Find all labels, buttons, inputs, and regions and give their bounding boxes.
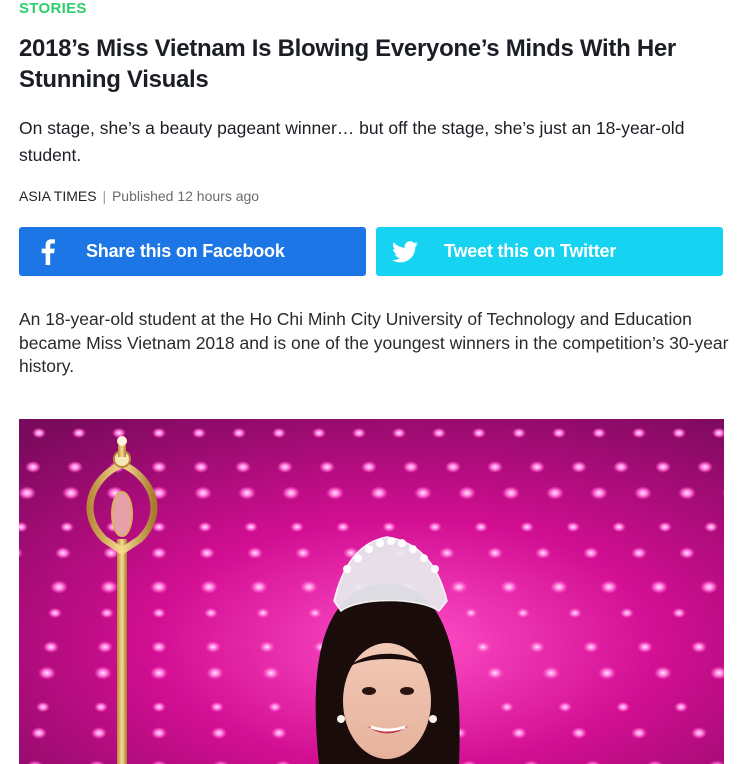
byline-separator: | [102,188,107,204]
share-twitter-button[interactable]: Tweet this on Twitter [376,227,723,276]
twitter-icon [376,227,434,276]
article-headline: 2018’s Miss Vietnam Is Blowing Everyone’… [19,35,676,93]
article-dek: On stage, she’s a beauty pageant winner…… [19,118,685,165]
hero-image [19,419,724,764]
byline-published: Published 12 hours ago [111,188,260,204]
share-twitter-label: Tweet this on Twitter [444,241,617,261]
byline-source[interactable]: ASIA TIMES [19,188,97,204]
share-facebook-button[interactable]: Share this on Facebook [19,227,366,276]
hero-photo-illustration [19,419,724,764]
face [343,643,431,759]
article-body-paragraph: An 18-year-old student at the Ho Chi Min… [19,309,729,376]
share-facebook-label: Share this on Facebook [86,241,285,261]
article-page: STORIES 2018’s Miss Vietnam Is Blowing E… [0,0,754,764]
facebook-icon [19,227,77,276]
category-label[interactable]: STORIES [19,0,87,17]
byline: ASIA TIMES | Published 12 hours ago [19,187,259,205]
